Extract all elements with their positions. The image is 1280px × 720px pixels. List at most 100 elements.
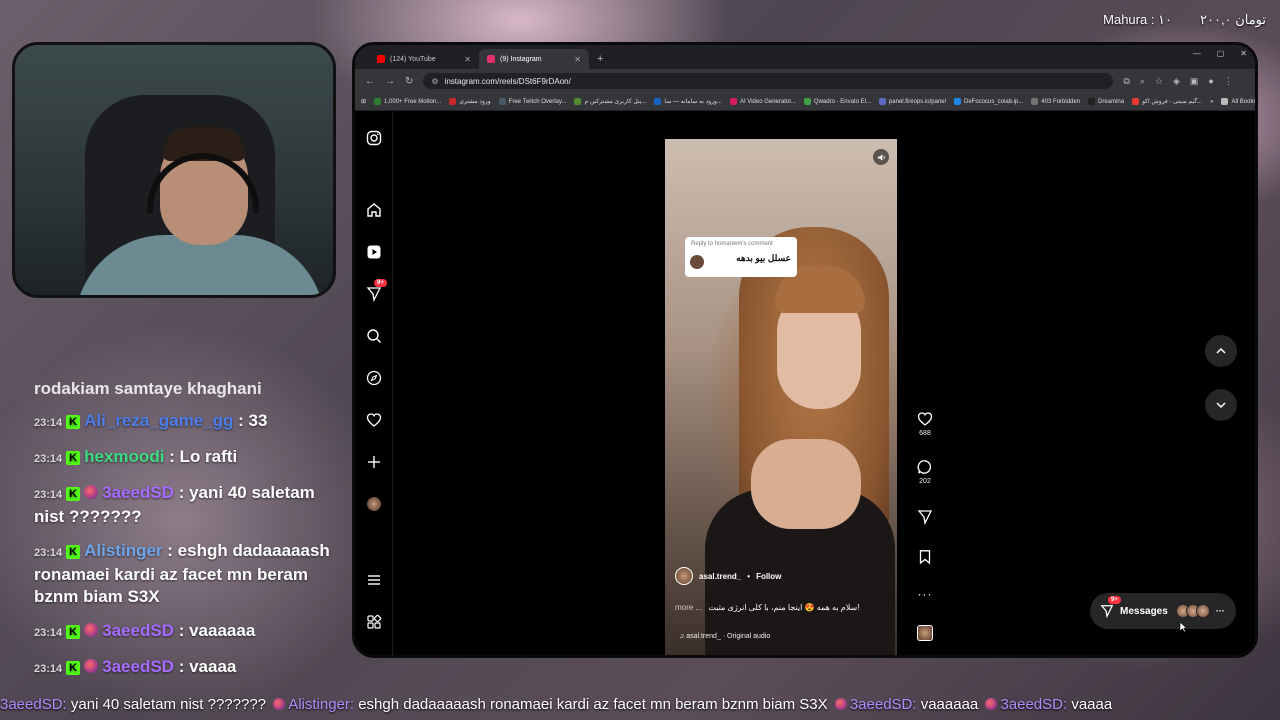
close-icon[interactable]: ✕ [464, 55, 471, 64]
kebab-menu-icon[interactable]: ⋮ [1224, 76, 1233, 87]
instagram-logo-icon[interactable] [365, 129, 383, 147]
puzzle-icon[interactable]: ▣ [1190, 76, 1199, 87]
username[interactable]: asal.trend_ [699, 572, 741, 581]
close-icon[interactable]: ✕ [574, 55, 581, 64]
chat-message: 23:14 K Alistinger : eshgh dadaaaaash rona… [34, 540, 344, 608]
bookmark-label: DeFococus_colab.ip... [963, 98, 1024, 105]
subscriber-badge-icon [985, 698, 998, 710]
bookmark-item[interactable]: Free Twitch Overlay... [498, 98, 566, 105]
browser-window: (124) YouTube ✕ (9) Instagram ✕ + — ▢ ✕ … [352, 42, 1258, 658]
chat-timestamp: 23:14 [34, 547, 63, 559]
star-icon[interactable]: ☆ [1155, 76, 1163, 87]
subscriber-badge-icon [84, 485, 99, 499]
bookmark-item[interactable]: 403 Forbidden [1031, 98, 1080, 105]
tab-youtube[interactable]: (124) YouTube ✕ [369, 49, 479, 69]
more-icon[interactable]: ··· [913, 587, 937, 601]
new-tab-button[interactable]: + [597, 53, 603, 65]
reload-button[interactable]: ↻ [405, 76, 413, 87]
bookmark-item[interactable]: DeFococus_colab.ip... [953, 98, 1024, 105]
bookmark-item[interactable]: AI Video Generator... [729, 98, 796, 105]
bookmark-item[interactable]: گیم سیتی - فروش اکو... [1132, 98, 1202, 105]
volume-icon[interactable] [873, 149, 889, 165]
also-from-meta-icon[interactable] [365, 613, 383, 631]
kick-badge-icon: K [66, 625, 81, 639]
messages-button[interactable]: 9+ Messages ··· [1090, 593, 1236, 629]
kick-badge-icon: K [66, 415, 81, 429]
maximize-button[interactable]: ▢ [1217, 49, 1225, 58]
all-bookmarks-button[interactable]: All Bookmarks [1221, 98, 1255, 105]
reel-video[interactable]: Reply to homanwm's comment عسلل بیو بدهه… [665, 139, 897, 655]
close-window-button[interactable]: ✕ [1240, 49, 1247, 58]
follow-button[interactable]: Follow [756, 572, 781, 581]
top-overlay: Mahura : ۱۰ ۲۰۰,۰ تومان [1103, 12, 1266, 28]
instagram-icon [487, 55, 495, 63]
url-field[interactable]: ⚙ instagram.com/reels/DSt6F9rDAon/ [423, 73, 1114, 89]
next-reel-button[interactable] [1205, 389, 1237, 421]
audio-thumbnail[interactable] [917, 625, 933, 641]
back-button[interactable]: ← [365, 76, 375, 87]
profile-icon[interactable]: ● [1208, 76, 1213, 87]
menu-icon[interactable] [365, 571, 383, 589]
bookmark-item[interactable]: panel.fireops.io/panel [878, 98, 946, 105]
bookmark-favicon [498, 98, 506, 105]
bookmark-label: 1,000+ Free Motion... [384, 98, 442, 105]
site-info-icon[interactable]: ⚙ [431, 77, 438, 86]
address-bar: ← → ↻ ⚙ instagram.com/reels/DSt6F9rDAon/… [355, 69, 1255, 93]
tab-instagram[interactable]: (9) Instagram ✕ [479, 49, 589, 69]
profile-avatar[interactable] [365, 495, 383, 513]
heart-icon[interactable] [365, 411, 383, 429]
comment-action[interactable]: 202 [913, 459, 937, 485]
send-icon [917, 510, 933, 525]
messages-nav-icon[interactable]: 9+ [365, 279, 387, 303]
chat-username[interactable]: 3aeedSD [102, 483, 174, 502]
share-action[interactable] [913, 509, 937, 525]
extension-icon[interactable]: ◈ [1173, 76, 1180, 87]
chat-username[interactable]: Alistinger [84, 541, 162, 560]
bookmark-label: پنل کاربری مشترکین م... [584, 99, 647, 105]
bookmark-item[interactable]: ورود مشتری [449, 98, 491, 105]
kick-badge-icon: K [66, 487, 81, 501]
save-action[interactable] [913, 549, 937, 565]
home-icon[interactable] [365, 201, 383, 219]
bookmark-favicon [803, 98, 811, 105]
like-action[interactable]: 688 [913, 411, 937, 437]
video-subject-neck [751, 439, 861, 529]
ticker-text: yani 40 saletam nist ??????? [66, 696, 271, 713]
bookmark-item[interactable]: پنل کاربری مشترکین م... [574, 98, 646, 105]
chat-username[interactable]: hexmoodi [84, 447, 164, 466]
chat-list: 23:14 K Ali_reza_game_gg : 33 23:14 Khexmood… [34, 410, 344, 680]
chat-username[interactable]: Ali_reza_game_gg [84, 411, 233, 430]
bookmark-favicon [1132, 98, 1140, 105]
caption-more-link[interactable]: more ... [675, 603, 702, 612]
apps-icon[interactable]: ⊞ [361, 98, 366, 105]
previous-reel-button[interactable] [1205, 335, 1237, 367]
bookmarks-overflow-icon[interactable]: » [1210, 99, 1213, 105]
chat-text: : vaaaa [178, 657, 237, 676]
minimize-button[interactable]: — [1193, 49, 1201, 58]
install-icon[interactable]: ⧉ [1123, 76, 1129, 87]
bookmark-favicon [953, 98, 961, 105]
bookmark-label: panel.fireops.io/panel [888, 98, 946, 105]
bookmark-label: Dreamina [1098, 98, 1125, 105]
reel-audio[interactable]: ♫ asal.trend_ · Original audio [679, 633, 770, 640]
chat-panel: rodakiam samtaye khaghani 23:14 K Ali_reza… [34, 378, 344, 692]
chat-username[interactable]: 3aeedSD [102, 657, 174, 676]
explore-icon[interactable] [365, 369, 383, 387]
reels-icon[interactable] [365, 243, 383, 261]
bookmark-item[interactable]: 1,000+ Free Motion... [374, 98, 441, 105]
chat-timestamp: 23:14 [34, 453, 63, 465]
plus-icon[interactable] [365, 453, 383, 471]
bookmark-favicon [878, 98, 886, 105]
search-icon[interactable] [365, 327, 383, 345]
forward-button[interactable]: → [385, 76, 395, 87]
chat-text: : 33 [238, 411, 268, 430]
send-icon [1100, 605, 1114, 618]
avatar[interactable] [675, 567, 693, 585]
chat-username[interactable]: 3aeedSD [102, 621, 174, 640]
bookmark-item[interactable]: ورود به سامانه — سا... [654, 98, 722, 105]
bookmark-item[interactable]: Qwadro - Envato El... [803, 98, 871, 105]
bookmark-item[interactable]: Dreamina [1088, 98, 1124, 105]
bookmark-label: All Bookmarks [1231, 98, 1255, 105]
zoom-icon[interactable]: ⌕ [1140, 76, 1145, 87]
reel-author: asal.trend_ • Follow [675, 567, 781, 585]
